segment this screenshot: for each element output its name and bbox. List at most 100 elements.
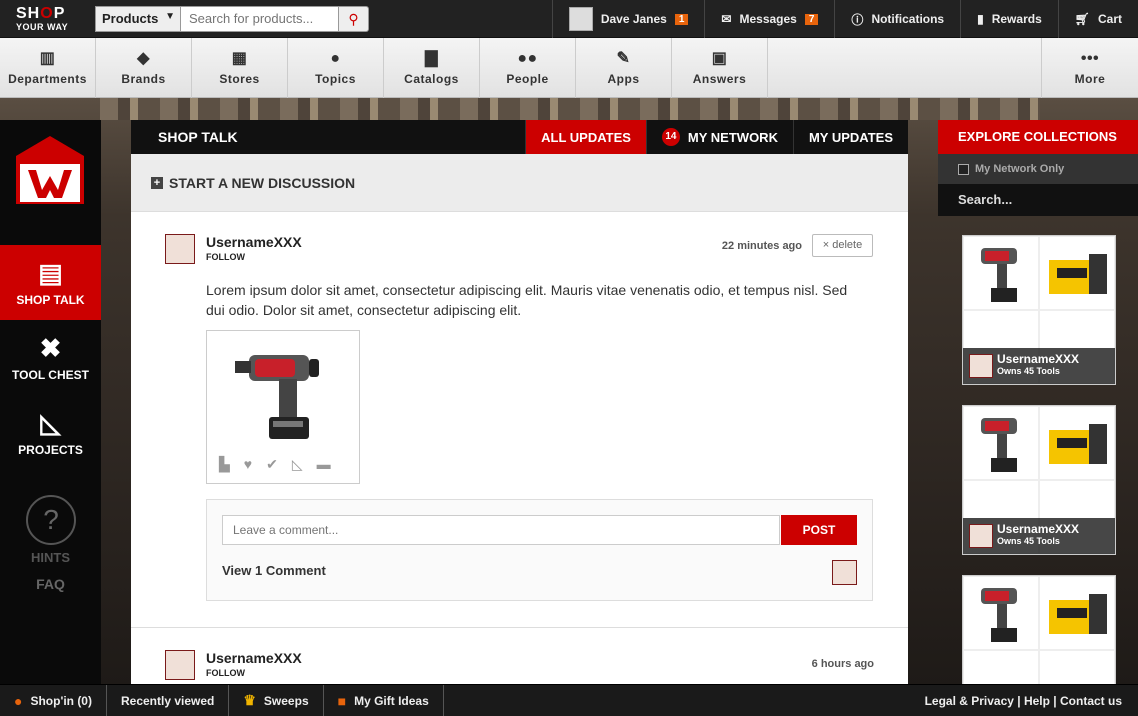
post-text: Lorem ipsum dolor sit amet, consectetur … bbox=[206, 282, 848, 318]
nav-label: Brands bbox=[121, 72, 166, 86]
plus-icon: + bbox=[151, 176, 163, 189]
collections-search-input[interactable]: Search... bbox=[938, 184, 1138, 216]
gift-icon: ■ bbox=[337, 692, 347, 709]
post-username[interactable]: UsernameXXX bbox=[206, 650, 302, 666]
main-nav: ▥ Departments ◆ Brands ▦ Stores ● Topics ▇ Ca… bbox=[0, 38, 1138, 98]
nav-apps[interactable]: ✎ Apps bbox=[576, 38, 672, 98]
map-pin-icon: ● bbox=[14, 692, 23, 709]
nav-people[interactable]: ●● People bbox=[480, 38, 576, 98]
rewards-button[interactable]: ▮ Rewards bbox=[960, 0, 1058, 38]
post-comment-button[interactable]: POST bbox=[781, 515, 857, 545]
checkbox[interactable] bbox=[958, 163, 969, 175]
faq-link[interactable]: FAQ bbox=[0, 576, 101, 592]
search-button[interactable]: ⚲ bbox=[339, 5, 369, 32]
shop-your-way-logo[interactable]: SHOP YOUR WAY bbox=[0, 0, 95, 38]
heart-icon[interactable]: ♥ bbox=[244, 456, 252, 473]
thumbs-up-icon[interactable]: ▙ bbox=[219, 456, 230, 473]
commenter-avatar[interactable] bbox=[832, 560, 857, 585]
footer-legal-links[interactable]: Legal & Privacy | Help | Contact us bbox=[925, 685, 1122, 716]
notifications-label: Notifications bbox=[871, 12, 945, 26]
nav-label: Departments bbox=[8, 72, 87, 86]
envelope-icon: ✉ bbox=[721, 12, 732, 26]
rail-tool-chest[interactable]: ✖ TOOL CHEST bbox=[0, 320, 101, 395]
left-rail: ▤ SHOP TALK ✖ TOOL CHEST ◺ PROJECTS bbox=[0, 120, 101, 688]
nav-brands[interactable]: ◆ Brands bbox=[96, 38, 192, 98]
people-icon: ●● bbox=[517, 50, 538, 67]
rail-label: PROJECTS bbox=[18, 442, 83, 457]
collection-owner-sub: Owns 45 Tools bbox=[997, 536, 1060, 546]
user-count-badge: 1 bbox=[674, 13, 689, 25]
tab-my-updates[interactable]: MY UPDATES bbox=[792, 120, 908, 154]
drill-image bbox=[981, 418, 1017, 472]
messages-button[interactable]: ✉ Messages 7 bbox=[704, 0, 834, 38]
nav-stores[interactable]: ▦ Stores bbox=[192, 38, 288, 98]
follow-link[interactable]: FOLLOW bbox=[206, 668, 245, 678]
rail-shop-talk[interactable]: ▤ SHOP TALK bbox=[0, 245, 101, 320]
nav-departments[interactable]: ▥ Departments bbox=[0, 38, 96, 98]
nav-catalogs[interactable]: ▇ Catalogs bbox=[384, 38, 480, 98]
footer-gift-ideas[interactable]: ■ My Gift Ideas bbox=[324, 684, 444, 716]
footer-shopin[interactable]: ● Shop'in (0) bbox=[0, 684, 107, 716]
footer-sweeps[interactable]: ♛ Sweeps bbox=[229, 684, 324, 716]
dewalt-kit-image bbox=[1049, 594, 1107, 634]
nav-answers[interactable]: ▣ Answers bbox=[672, 38, 768, 98]
tools-icon: ✖ bbox=[39, 332, 62, 363]
map-icon: ▥ bbox=[39, 50, 56, 67]
cart-icon[interactable]: ▬ bbox=[317, 456, 331, 473]
explore-collections-header[interactable]: EXPLORE COLLECTIONS bbox=[938, 120, 1138, 154]
tag-icon: ◆ bbox=[137, 50, 150, 67]
info-icon: ⓘ bbox=[851, 12, 864, 27]
shop-talk-panel: SHOP TALK ALL UPDATES 14 MY NETWORK MY U… bbox=[131, 120, 908, 688]
nav-more[interactable]: ••• More bbox=[1041, 38, 1138, 98]
nav-label: Apps bbox=[607, 72, 640, 86]
start-discussion-button[interactable]: + START A NEW DISCUSSION bbox=[131, 154, 908, 212]
collection-card[interactable]: UsernameXXX Owns 45 Tools bbox=[962, 405, 1116, 555]
footer-bar: ● Shop'in (0) Recently viewed ♛ Sweeps ■ My… bbox=[0, 684, 1138, 716]
delete-button[interactable]: × delete bbox=[812, 234, 873, 257]
tab-label: MY NETWORK bbox=[687, 129, 778, 145]
avatar bbox=[969, 354, 993, 378]
hints-link[interactable]: HINTS bbox=[0, 550, 101, 565]
network-only-toggle[interactable]: My Network Only bbox=[938, 154, 1138, 184]
ruler-icon[interactable]: ◺ bbox=[292, 456, 303, 473]
footer-label: Sweeps bbox=[263, 693, 309, 708]
rail-projects[interactable]: ◺ PROJECTS bbox=[0, 395, 101, 470]
avatar[interactable] bbox=[165, 234, 195, 264]
catalog-icon: ▇ bbox=[425, 50, 438, 67]
avatar bbox=[969, 524, 993, 548]
view-comments-link[interactable]: View 1 Comment bbox=[222, 563, 326, 578]
start-discussion-label: START A NEW DISCUSSION bbox=[169, 174, 356, 191]
drill-image bbox=[981, 248, 1017, 302]
comment-box: POST View 1 Comment bbox=[206, 499, 873, 601]
avatar[interactable] bbox=[165, 650, 195, 680]
cart-button[interactable]: 🛒︎ Cart bbox=[1057, 0, 1138, 38]
cart-label: Cart bbox=[1097, 12, 1122, 26]
avatar bbox=[568, 7, 593, 31]
search-category-select[interactable]: Products ▼ bbox=[95, 5, 181, 32]
comment-input[interactable] bbox=[222, 515, 780, 545]
footer-recently-viewed[interactable]: Recently viewed bbox=[107, 684, 230, 716]
nav-label: Catalogs bbox=[404, 72, 459, 86]
chevron-down-icon: ▼ bbox=[165, 10, 175, 22]
w-logo-icon[interactable] bbox=[16, 136, 84, 204]
messages-label: Messages bbox=[739, 12, 797, 26]
user-name: Dave Janes bbox=[600, 12, 667, 26]
question-icon[interactable]: ? bbox=[26, 495, 76, 545]
user-menu[interactable]: Dave Janes 1 bbox=[551, 0, 705, 38]
tab-my-network[interactable]: 14 MY NETWORK bbox=[645, 120, 793, 154]
follow-link[interactable]: FOLLOW bbox=[206, 252, 245, 262]
nav-topics[interactable]: ● Topics bbox=[288, 38, 384, 98]
rewards-label: Rewards bbox=[991, 12, 1042, 26]
collection-card[interactable]: UsernameXXX Owns 45 Tools bbox=[962, 235, 1116, 385]
post-product-image[interactable]: ▙ ♥ ✔ ◺ ▬ bbox=[206, 330, 360, 484]
nav-label: More bbox=[1074, 72, 1106, 86]
panel-header: SHOP TALK ALL UPDATES 14 MY NETWORK MY U… bbox=[131, 120, 908, 154]
more-dots-icon: ••• bbox=[1080, 50, 1100, 67]
collection-card[interactable] bbox=[962, 575, 1116, 685]
drill-image bbox=[981, 588, 1017, 642]
check-icon[interactable]: ✔ bbox=[266, 456, 278, 473]
search-input[interactable] bbox=[181, 5, 339, 32]
notifications-button[interactable]: ⓘ Notifications bbox=[834, 0, 960, 38]
post-username[interactable]: UsernameXXX bbox=[206, 234, 302, 250]
tab-all-updates[interactable]: ALL UPDATES bbox=[525, 120, 646, 154]
